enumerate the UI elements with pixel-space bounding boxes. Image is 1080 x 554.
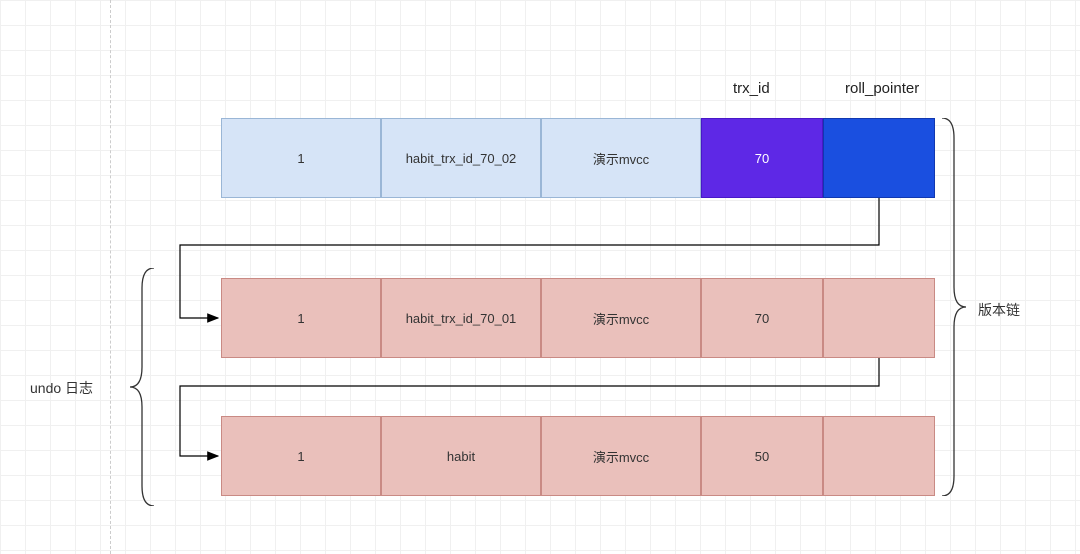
cell-roll-pointer [823, 118, 935, 198]
cell-desc: 演示mvcc [541, 118, 701, 198]
cell-trx-id: 70 [701, 118, 823, 198]
cell-trx-id: 70 [701, 278, 823, 358]
cell-trx-id: 50 [701, 416, 823, 496]
column-header-roll-pointer: roll_pointer [845, 80, 919, 97]
cell-desc: 演示mvcc [541, 278, 701, 358]
cell-id: 1 [221, 278, 381, 358]
version-row-current: 1 habit_trx_id_70_02 演示mvcc 70 [221, 118, 935, 198]
column-header-trx-id: trx_id [733, 80, 770, 97]
brace-version-chain [940, 118, 966, 496]
version-row-undo-2: 1 habit 演示mvcc 50 [221, 416, 935, 496]
brace-undo-log [130, 268, 156, 509]
label-undo-log: undo 日志 [30, 378, 93, 398]
version-row-undo-1: 1 habit_trx_id_70_01 演示mvcc 70 [221, 278, 935, 358]
cell-roll-pointer [823, 278, 935, 358]
cell-name: habit_trx_id_70_01 [381, 278, 541, 358]
label-version-chain: 版本链 [978, 300, 1020, 320]
cell-id: 1 [221, 118, 381, 198]
cell-roll-pointer [823, 416, 935, 496]
cell-id: 1 [221, 416, 381, 496]
cell-name: habit [381, 416, 541, 496]
cell-desc: 演示mvcc [541, 416, 701, 496]
cell-name: habit_trx_id_70_02 [381, 118, 541, 198]
